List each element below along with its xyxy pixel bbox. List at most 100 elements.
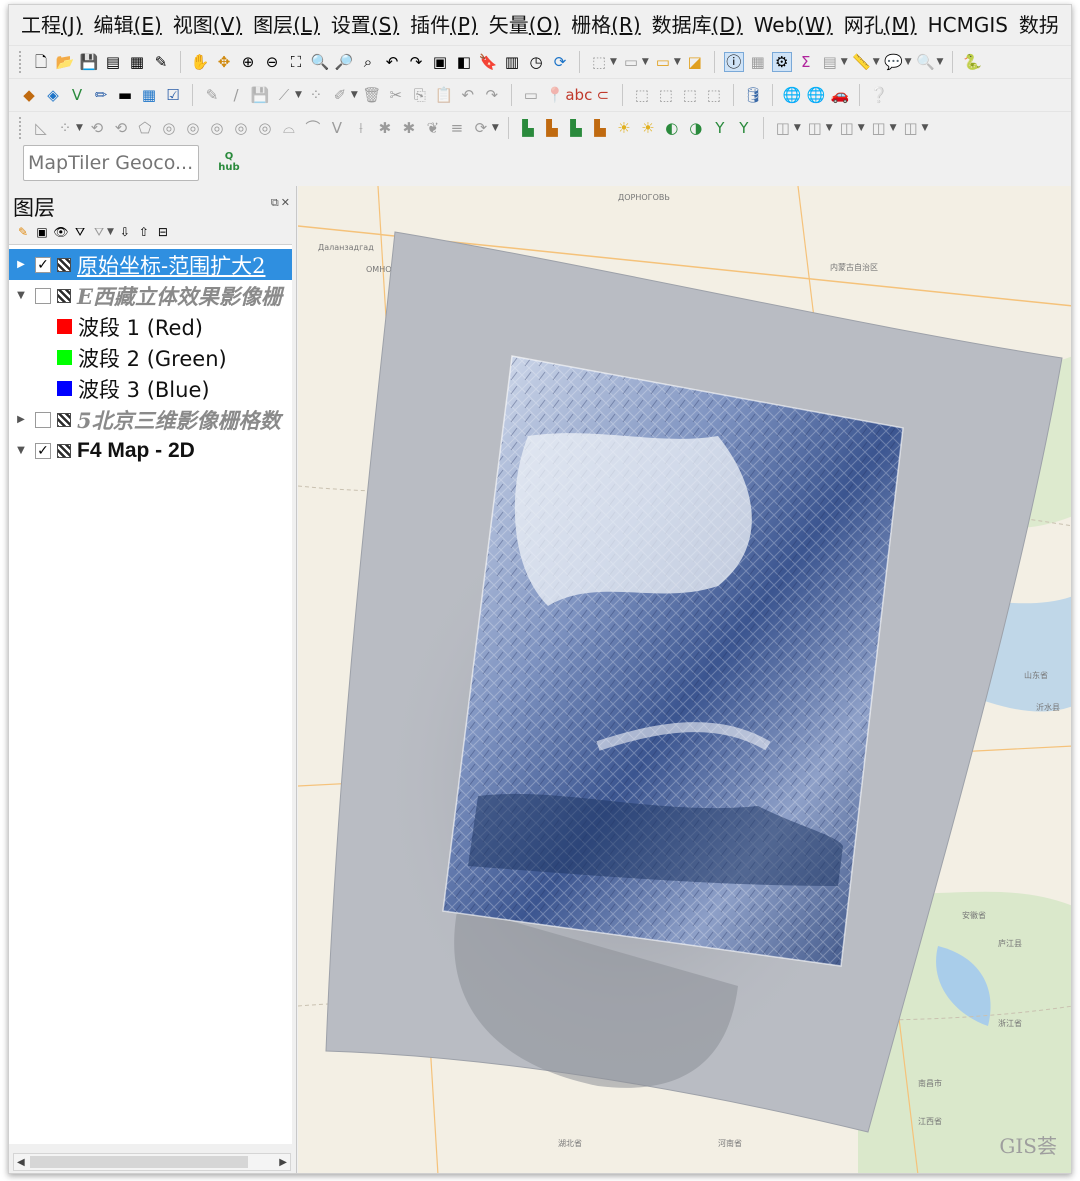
add-part-icon[interactable]: ◎ (183, 118, 203, 138)
zoom-in-icon[interactable]: ⊕ (238, 52, 258, 72)
python-console-icon[interactable]: 🐍 (962, 52, 982, 72)
open-table-icon[interactable]: ▤ (820, 52, 840, 72)
menu-raster[interactable]: 栅格(R) (567, 5, 648, 45)
save-edits-icon[interactable]: 💾 (250, 85, 270, 105)
refresh-icon[interactable]: ⟳ (550, 52, 570, 72)
menu-mesh[interactable]: 网孔(M) (840, 5, 924, 45)
digitize-icon[interactable]: ✏ (91, 85, 111, 105)
pan-to-selection-icon[interactable]: ✥ (214, 52, 234, 72)
rotate-label-icon[interactable]: ⬚ (656, 85, 676, 105)
attribute-table-icon[interactable]: ▦ (748, 52, 768, 72)
map-tips-icon[interactable]: 💬 (884, 52, 904, 72)
scroll-right-icon[interactable]: ▶ (279, 1157, 287, 1168)
text-annotation-icon[interactable]: ◫ (805, 118, 825, 138)
pan-icon[interactable]: ✋ (190, 52, 210, 72)
menu-web[interactable]: Web(W) (750, 5, 840, 45)
change-label-icon[interactable]: ⬚ (680, 85, 700, 105)
remove-layer-icon[interactable]: ⊟ (155, 224, 171, 240)
measure-icon[interactable]: 📏 (852, 52, 872, 72)
fill-ring-icon[interactable]: ◎ (207, 118, 227, 138)
chevron-down-icon[interactable]: ▼ (295, 90, 302, 100)
filter-legend-icon[interactable]: ⛛ (72, 224, 88, 240)
chevron-down-icon[interactable]: ▼ (905, 57, 912, 67)
new-3d-view-icon[interactable]: ◧ (454, 52, 474, 72)
menu-more[interactable]: 数拐 (1015, 5, 1066, 45)
map-canvas[interactable]: ДОРНОГОВЬ Даланзадгад ОМНОГ 内蒙古自治区 山东省 安… (298, 186, 1071, 1173)
delete-ring-icon[interactable]: ◎ (231, 118, 251, 138)
new-project-icon[interactable]: 🗋 (31, 52, 51, 72)
snapping-icon[interactable]: ⁘ (55, 118, 75, 138)
reshape-icon[interactable]: ⌓ (279, 118, 299, 138)
add-wfs-icon[interactable]: ▦ (139, 85, 159, 105)
processing-toolbox-icon[interactable]: ⚙ (771, 52, 792, 72)
zoom-layer-icon[interactable]: 🔎 (334, 52, 354, 72)
select-value-icon[interactable]: ▭ (621, 52, 641, 72)
menu-settings[interactable]: 设置(S) (327, 5, 406, 45)
add-vector-layer-icon[interactable]: ◆ (19, 85, 39, 105)
add-wms-icon[interactable]: ▬ (115, 85, 135, 105)
paste-icon[interactable]: 📋 (434, 85, 454, 105)
layer-row-f4-map[interactable]: ▼ ✓ F4 Map - 2D (9, 435, 292, 466)
html-annotation-icon[interactable]: ◫ (869, 118, 889, 138)
cut-icon[interactable]: ✂ (386, 85, 406, 105)
menu-vector[interactable]: 矢量(O) (485, 5, 567, 45)
save-project-icon[interactable]: 💾 (79, 52, 99, 72)
annotation-icon[interactable]: ◫ (773, 118, 793, 138)
menu-plugins[interactable]: 插件(P) (406, 5, 485, 45)
label-icon[interactable]: ▭ (521, 85, 541, 105)
trim-extend-icon[interactable]: ⟳ (471, 118, 491, 138)
zoom-full-icon[interactable]: ⛶ (286, 52, 306, 72)
chevron-down-icon[interactable]: ▼ (858, 123, 865, 133)
bookmarks-icon[interactable]: ▥ (502, 52, 522, 72)
layer-visibility-checkbox[interactable]: ✓ (35, 442, 51, 459)
menu-hcmgis[interactable]: HCMGIS (924, 5, 1015, 45)
panel-float-close-icon[interactable]: ⧉✕ (271, 196, 292, 210)
expand-arrow-icon[interactable]: ▶ (15, 259, 27, 270)
svg-annotation-icon[interactable]: ◫ (901, 118, 921, 138)
zoom-selection-icon[interactable]: 🔍 (310, 52, 330, 72)
merge-attributes-icon[interactable]: ✱ (399, 118, 419, 138)
advanced-digitizing-icon[interactable]: ◺ (31, 118, 51, 138)
add-feature-icon[interactable]: ⟋ (274, 85, 294, 105)
sun-brightness-icon[interactable]: ☀ (614, 118, 634, 138)
globe-car-icon[interactable]: 🚗 (830, 85, 850, 105)
sun-contrast-icon[interactable]: ☀ (638, 118, 658, 138)
gamma-decrease-icon[interactable]: ◑ (686, 118, 706, 138)
zoom-last-icon[interactable]: ↶ (382, 52, 402, 72)
merge-features-icon[interactable]: ✱ (375, 118, 395, 138)
label-highlight-icon[interactable]: ⊂ (593, 85, 613, 105)
help-icon[interactable]: ❔ (869, 85, 889, 105)
zoom-native-icon[interactable]: ⌕ (358, 52, 378, 72)
scroll-left-icon[interactable]: ◀ (17, 1157, 25, 1168)
scale-feature-icon[interactable]: ⟲ (111, 118, 131, 138)
scrollbar-thumb[interactable] (30, 1156, 248, 1168)
temporal-icon[interactable]: ◷ (526, 52, 546, 72)
chevron-down-icon[interactable]: ▼ (351, 90, 358, 100)
add-raster-layer-icon[interactable]: ◈ (43, 85, 63, 105)
chevron-down-icon[interactable]: ▼ (76, 123, 83, 133)
horizontal-scrollbar[interactable]: ◀ ▶ (13, 1153, 291, 1171)
modify-attributes-icon[interactable]: ✐ (330, 85, 350, 105)
toolbar-handle[interactable] (19, 117, 23, 139)
layout-manager-icon[interactable]: ▦ (127, 52, 147, 72)
undo-icon[interactable]: ↶ (458, 85, 478, 105)
add-virtual-layer-icon[interactable]: ☑ (163, 85, 183, 105)
zoom-next-icon[interactable]: ↷ (406, 52, 426, 72)
label-toolbar-icon[interactable]: abc (565, 85, 592, 105)
database-icon[interactable]: 🛢 (743, 85, 763, 105)
style-manager-icon[interactable]: ✎ (151, 52, 171, 72)
delete-part-icon[interactable]: ◎ (255, 118, 275, 138)
menu-database[interactable]: 数据库(D) (648, 5, 750, 45)
add-delimited-layer-icon[interactable]: V (67, 85, 87, 105)
chevron-down-icon[interactable]: ▼ (922, 123, 929, 133)
add-ring-icon[interactable]: ◎ (159, 118, 179, 138)
layer-row-original-extent[interactable]: ▶ ✓ 原始坐标-范围扩大2 (9, 249, 292, 280)
deselect-icon[interactable]: ▭ (653, 52, 673, 72)
toolbar-handle[interactable] (19, 51, 23, 73)
chevron-down-icon[interactable]: ▼ (890, 123, 897, 133)
rotate-point-icon[interactable]: ❦ (423, 118, 443, 138)
zoom-out-icon[interactable]: ⊖ (262, 52, 282, 72)
layer-visibility-checkbox[interactable] (35, 411, 51, 428)
chevron-down-icon[interactable]: ▼ (107, 227, 114, 237)
raster-info-icon[interactable]: Y (710, 118, 730, 138)
